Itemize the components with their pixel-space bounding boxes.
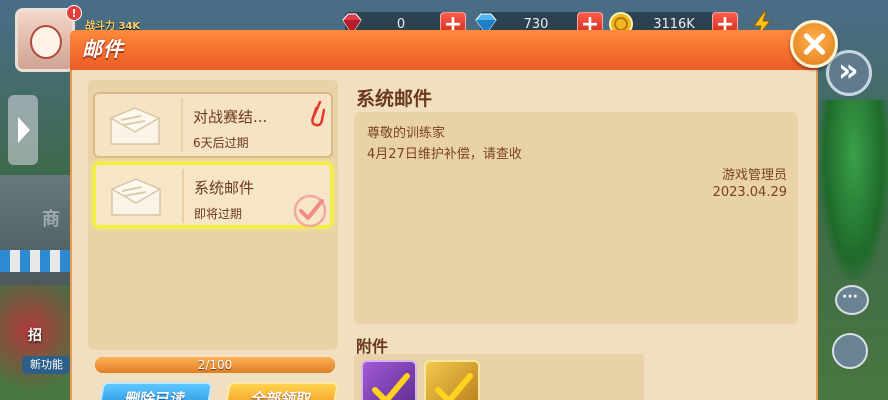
left-arrow-button[interactable] — [8, 95, 38, 165]
close-button[interactable] — [790, 20, 838, 68]
mail-item-title: 对战赛结... — [193, 108, 268, 126]
attachment-item-gold[interactable] — [424, 360, 480, 400]
mail-sender: 游戏管理员 — [721, 168, 787, 183]
attachment-item-purple[interactable] — [361, 360, 417, 400]
avatar-notification-badge: ! — [66, 5, 82, 21]
background-tree — [820, 100, 888, 280]
mail-item-system[interactable]: 系统邮件 即将过期 — [93, 162, 333, 228]
mail-dialog-title: 邮件 — [82, 37, 124, 61]
read-checkmark-icon — [293, 194, 327, 228]
mail-item-expiry: 6天后过期 — [193, 136, 249, 150]
mail-item-expiry: 即将过期 — [194, 207, 243, 221]
claimed-checkmark-icon — [435, 373, 473, 400]
envelope-open-icon — [110, 178, 162, 216]
mail-item-battle[interactable]: 对战赛结... 6天后过期 — [93, 92, 333, 158]
mail-detail-title: 系统邮件 — [356, 88, 433, 110]
mailbox-capacity-bar: 2/100 — [95, 357, 335, 373]
mail-dialog-header — [70, 30, 818, 70]
paperclip-icon — [311, 100, 325, 127]
chat-icon[interactable] — [835, 285, 869, 315]
background-shop-text: 商 — [42, 209, 60, 230]
background-shop-awning — [0, 250, 70, 272]
recruit-label[interactable]: 招 — [28, 325, 42, 345]
claim-all-button[interactable]: 全部领取 — [223, 382, 339, 400]
avatar-face — [30, 25, 62, 59]
delete-read-button[interactable]: 删除已读 — [97, 382, 213, 400]
mail-item-title: 系统邮件 — [194, 179, 255, 197]
claimed-checkmark-icon — [372, 373, 410, 400]
mailbox-capacity-text: 2/100 — [197, 358, 233, 372]
mail-greeting: 尊敬的训练家 — [367, 126, 446, 141]
envelope-icon — [109, 107, 161, 145]
mail-date: 2023.04.29 — [712, 185, 787, 200]
friends-icon[interactable] — [832, 333, 868, 369]
new-function-badge[interactable]: 新功能 — [22, 356, 70, 374]
player-avatar[interactable] — [15, 8, 75, 72]
mail-content: 4月27日维护补偿，请查收 — [367, 147, 522, 162]
